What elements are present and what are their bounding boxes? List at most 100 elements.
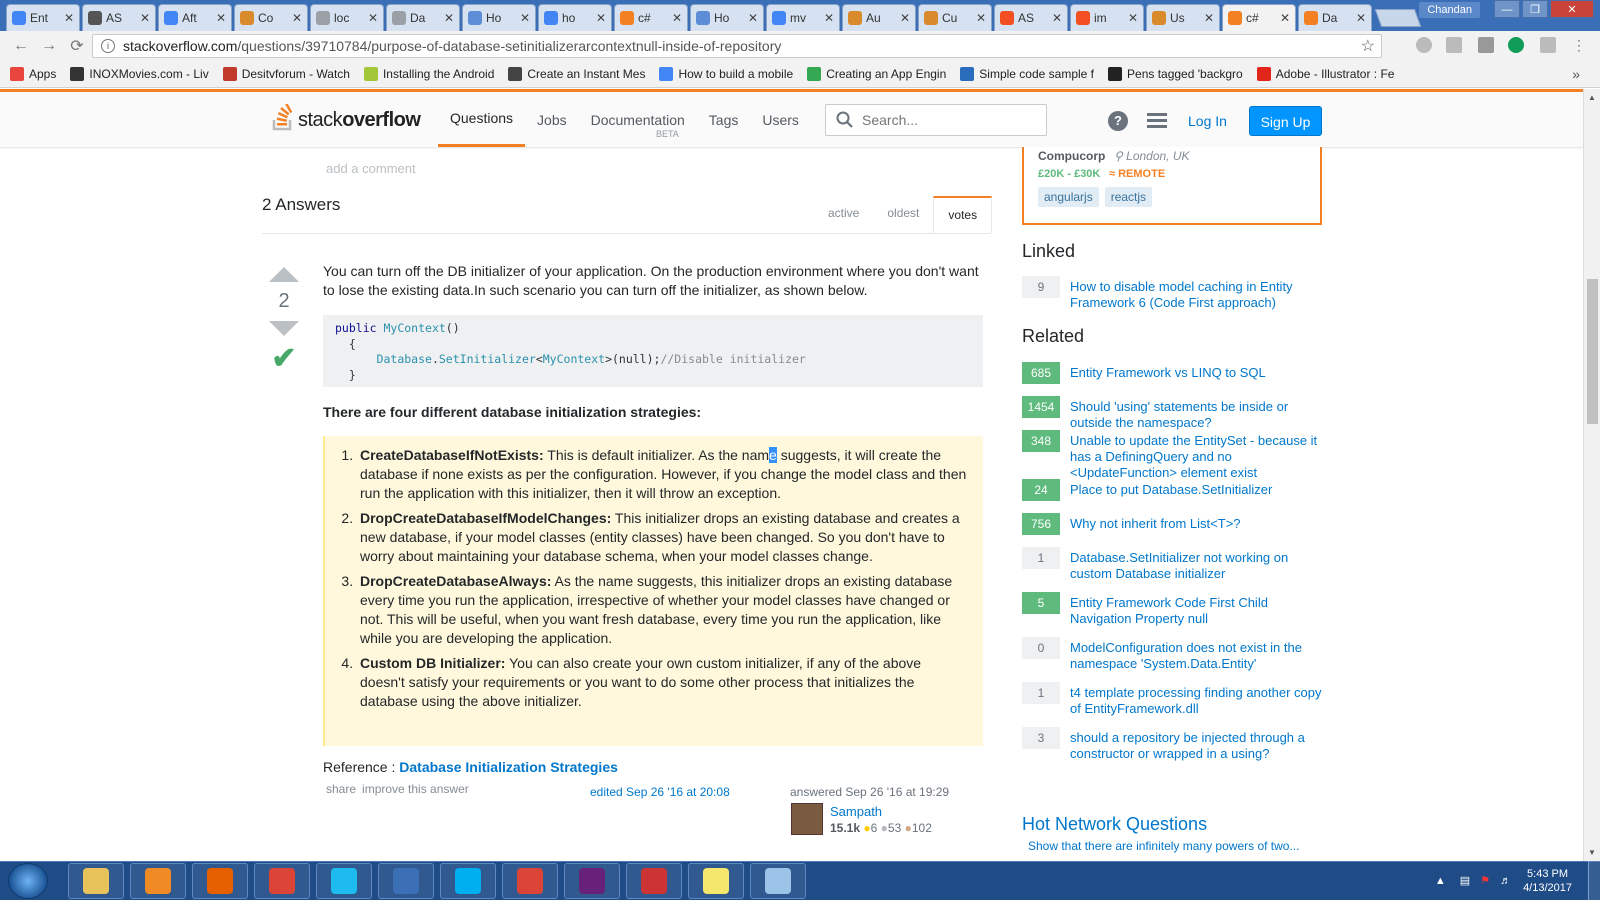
page-scrollbar[interactable]: ▲ ▼ [1583,89,1600,861]
browser-tab[interactable]: Aft ✕ [158,4,232,31]
login-link[interactable]: Log In [1188,113,1227,129]
scroll-down-icon[interactable]: ▼ [1588,848,1596,857]
question-link[interactable]: Unable to update the EntitySet - because… [1070,433,1322,481]
scroll-up-icon[interactable]: ▲ [1588,93,1596,102]
close-tab-icon[interactable]: ✕ [368,11,378,25]
question-link[interactable]: ModelConfiguration does not exist in the… [1070,640,1322,672]
extension-camera-icon[interactable] [1478,37,1494,53]
taskbar-app-button[interactable] [564,863,620,899]
taskbar-app-button[interactable] [192,863,248,899]
upvote-icon[interactable] [269,267,299,282]
close-window-button[interactable]: ✕ [1550,0,1594,18]
browser-tab[interactable]: Ho ✕ [462,4,536,31]
bookmark-item[interactable]: Installing the Android [363,67,494,81]
bookmark-item[interactable]: How to build a mobile [659,67,793,81]
avatar[interactable] [791,803,823,835]
bookmark-item[interactable]: INOXMovies.com - Liv [70,67,209,81]
forward-icon[interactable]: → [38,37,60,55]
improve-link[interactable]: improve this answer [362,782,469,796]
nav-tags[interactable]: Tags [697,92,751,147]
close-tab-icon[interactable]: ✕ [64,11,74,25]
signup-button[interactable]: Sign Up [1249,106,1322,136]
taskbar-app-button[interactable] [378,863,434,899]
taskbar-app-button[interactable] [254,863,310,899]
show-desktop-button[interactable] [1588,861,1600,900]
url-input[interactable]: i stackoverflow.com/questions/39710784/p… [92,34,1382,58]
volume-icon[interactable]: ♬ [1500,875,1511,887]
question-link[interactable]: Should 'using' statements be inside or o… [1070,399,1322,431]
bookmark-item[interactable]: Apps [10,67,56,81]
browser-tab[interactable]: mv ✕ [766,4,840,31]
taskbar-app-button[interactable] [440,863,496,899]
stackoverflow-logo[interactable]: stack overflow [272,104,421,132]
taskbar-app-button[interactable] [750,863,806,899]
new-tab-button[interactable] [1374,9,1422,27]
maximize-button[interactable]: ❐ [1522,0,1548,18]
question-link[interactable]: How to disable model caching in Entity F… [1070,279,1322,311]
tag[interactable]: angularjs [1038,187,1099,207]
close-tab-icon[interactable]: ✕ [672,11,682,25]
info-icon[interactable]: i [101,39,115,53]
minimize-button[interactable]: — [1494,0,1520,18]
question-link[interactable]: Entity Framework Code First Child Naviga… [1070,595,1322,627]
close-tab-icon[interactable]: ✕ [444,11,454,25]
network-icon[interactable]: ▤ [1460,874,1470,887]
extension-globe-icon[interactable] [1416,37,1432,53]
bookmark-star-icon[interactable]: ☆ [1361,36,1375,56]
add-comment-link[interactable]: add a comment [326,161,416,176]
back-icon[interactable]: ← [10,37,32,55]
browser-tab[interactable]: Us ✕ [1146,4,1220,31]
tab-votes[interactable]: votes [933,196,993,234]
close-tab-icon[interactable]: ✕ [520,11,530,25]
browser-tab[interactable]: ho ✕ [538,4,612,31]
downvote-icon[interactable] [269,321,299,336]
close-tab-icon[interactable]: ✕ [748,11,758,25]
extension-puzzle-icon[interactable] [1540,37,1556,53]
browser-tab[interactable]: Co ✕ [234,4,308,31]
close-tab-icon[interactable]: ✕ [292,11,302,25]
job-ad-card[interactable]: Compucorp ⚲ London, UK £20K - £30K ≈ REM… [1022,147,1322,225]
browser-tab[interactable]: AS ✕ [994,4,1068,31]
question-link[interactable]: Database.SetInitializer not working on c… [1070,550,1322,582]
tab-oldest[interactable]: oldest [873,196,933,234]
close-tab-icon[interactable]: ✕ [140,11,150,25]
bookmark-item[interactable]: Creating an App Engin [807,67,946,81]
action-center-icon[interactable]: ⚑ [1480,874,1490,887]
chrome-menu-icon[interactable]: ⋮ [1568,37,1590,54]
extension-hangouts-icon[interactable] [1508,37,1524,53]
close-tab-icon[interactable]: ✕ [1128,11,1138,25]
nav-users[interactable]: Users [750,92,811,147]
start-button[interactable] [8,863,48,899]
share-link[interactable]: share [326,782,356,796]
close-tab-icon[interactable]: ✕ [900,11,910,25]
hot-network-question-link[interactable]: Show that there are infinitely many powe… [1028,839,1299,853]
hot-network-questions-heading[interactable]: Hot Network Questions [1022,814,1207,835]
extension-grammarly-icon[interactable] [1446,37,1462,53]
question-link[interactable]: Why not inherit from List<T>? [1070,516,1241,532]
browser-tab[interactable]: Da ✕ [386,4,460,31]
bookmark-item[interactable]: Desitvforum - Watch [222,67,350,81]
question-link[interactable]: t4 template processing finding another c… [1070,685,1322,717]
reference-link[interactable]: Database Initialization Strategies [399,759,618,775]
taskbar-app-button[interactable] [688,863,744,899]
close-tab-icon[interactable]: ✕ [1204,11,1214,25]
taskbar-app-button[interactable] [130,863,186,899]
browser-tab[interactable]: Ho ✕ [690,4,764,31]
site-switcher-icon[interactable] [1147,113,1167,131]
tag[interactable]: reactjs [1104,187,1153,207]
clock[interactable]: 5:43 PM 4/13/2017 [1523,867,1572,895]
tab-active[interactable]: active [814,196,873,234]
scrollbar-thumb[interactable] [1587,279,1598,424]
taskbar-app-button[interactable] [68,863,124,899]
nav-jobs[interactable]: Jobs [525,92,579,147]
search-input[interactable] [862,112,1032,128]
close-tab-icon[interactable]: ✕ [824,11,834,25]
help-icon[interactable]: ? [1108,111,1128,131]
browser-tab[interactable]: loc ✕ [310,4,384,31]
browser-tab[interactable]: c# ✕ [614,4,688,31]
browser-tab[interactable]: AS ✕ [82,4,156,31]
close-tab-icon[interactable]: ✕ [1280,11,1290,25]
taskbar-app-button[interactable] [626,863,682,899]
user-name-link[interactable]: Sampath [830,804,882,819]
question-link[interactable]: should a repository be injected through … [1070,730,1322,762]
